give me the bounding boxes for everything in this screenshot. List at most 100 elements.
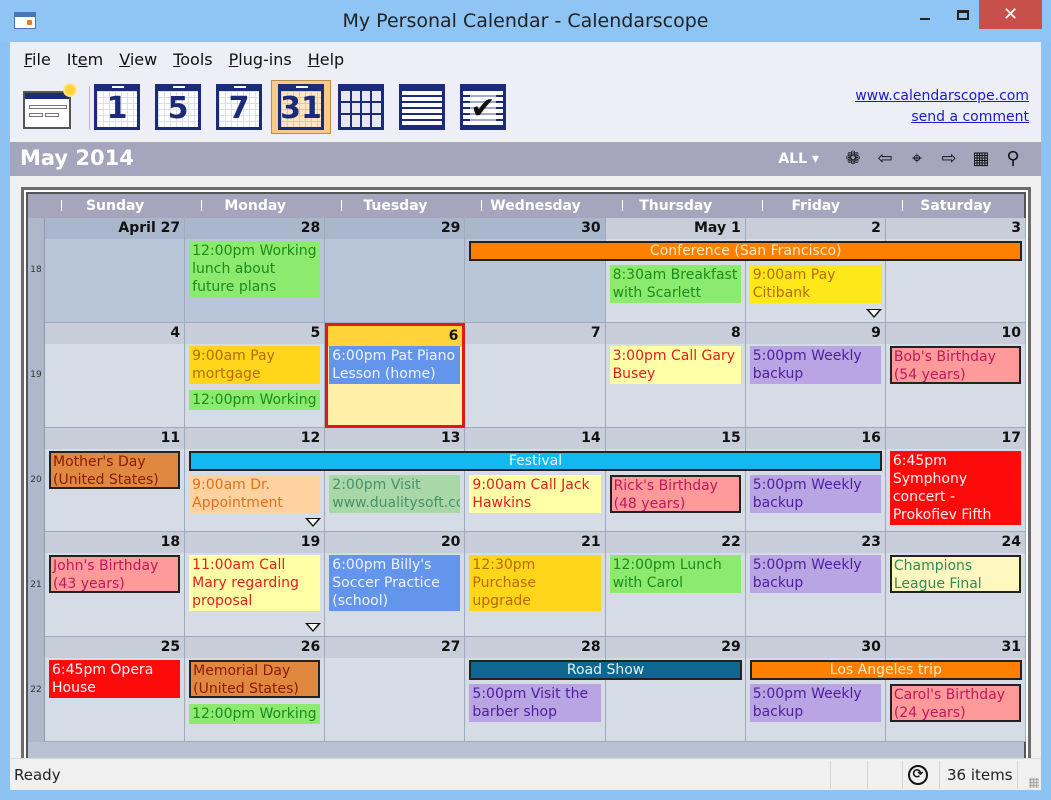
day-number[interactable]: 23 xyxy=(745,532,885,554)
more-items-icon[interactable] xyxy=(305,623,322,633)
event-item[interactable]: Rick's Birthday (48 years) xyxy=(609,474,741,513)
week-number[interactable]: 19 xyxy=(28,322,45,428)
year-view-button[interactable] xyxy=(336,82,386,132)
day-number[interactable]: 26 xyxy=(185,637,325,659)
day-cell[interactable]: 27 xyxy=(325,637,466,742)
day-number[interactable]: 20 xyxy=(325,532,465,554)
resize-grip[interactable] xyxy=(1029,778,1039,788)
week-number[interactable]: 22 xyxy=(28,637,45,742)
day-number[interactable]: April 27 xyxy=(45,218,185,239)
day-number[interactable]: 30 xyxy=(465,218,605,239)
day-number[interactable]: 9 xyxy=(745,322,885,344)
tasks-view-button[interactable]: ✔ xyxy=(458,82,508,132)
multi-day-event[interactable]: Festival xyxy=(189,450,882,471)
event-item[interactable]: 12:00pm Working lunch about future plans xyxy=(189,241,321,297)
day-number[interactable]: 17 xyxy=(885,427,1025,449)
day-number[interactable]: May 1 xyxy=(605,218,745,239)
day-number[interactable]: 28 xyxy=(465,637,605,659)
event-item[interactable]: Mother's Day (United States) xyxy=(49,450,181,489)
multi-day-event[interactable]: Road Show xyxy=(469,660,742,681)
event-item[interactable]: 12:00pm Lunch with Carol xyxy=(609,555,741,594)
next-arrow-icon[interactable]: ⇨ xyxy=(933,148,965,170)
menu-view[interactable]: View xyxy=(119,50,157,69)
event-item[interactable]: 11:00am Call Mary regarding proposal xyxy=(189,555,321,612)
event-item[interactable]: Memorial Day (United States) xyxy=(189,660,321,699)
day-number[interactable]: 4 xyxy=(45,322,185,344)
day-view-button[interactable]: 1 xyxy=(92,82,142,132)
day-number[interactable]: 6 xyxy=(328,325,463,347)
day-cell[interactable]: April 27 xyxy=(45,218,186,323)
new-item-button[interactable] xyxy=(22,82,75,132)
menu-plugins[interactable]: Plug-ins xyxy=(229,50,292,69)
day-number[interactable]: 5 xyxy=(185,322,325,344)
event-item[interactable]: 6:45pm Symphony concert - Prokofiev Fift… xyxy=(889,450,1021,525)
day-number[interactable]: 21 xyxy=(465,532,605,554)
more-items-icon[interactable] xyxy=(865,308,882,318)
day-cell[interactable]: 29 xyxy=(605,637,746,742)
day-cell[interactable]: 29 xyxy=(325,218,466,323)
day-cell[interactable]: 3 xyxy=(885,218,1026,323)
sync-icon[interactable]: ⟳ xyxy=(908,765,928,785)
event-item[interactable]: 12:00pm Working xyxy=(189,704,321,725)
event-item[interactable]: 6:45pm Opera House xyxy=(49,660,181,699)
day-number[interactable]: 25 xyxy=(45,637,185,659)
menu-help[interactable]: Help xyxy=(308,50,344,69)
multi-day-event[interactable]: Los Angeles trip xyxy=(749,660,1022,681)
list-view-button[interactable] xyxy=(397,82,447,132)
day-number[interactable]: 19 xyxy=(185,532,325,554)
settings-icon[interactable]: ❁ xyxy=(837,148,869,170)
today-icon[interactable]: ⌖ xyxy=(901,148,933,170)
day-number[interactable]: 29 xyxy=(325,218,465,239)
event-item[interactable]: 5:00pm Visit the barber shop xyxy=(469,684,601,723)
close-button[interactable]: ✕ xyxy=(979,0,1042,29)
day-number[interactable]: 14 xyxy=(465,427,605,449)
menu-file[interactable]: File xyxy=(24,50,51,69)
maximize-button[interactable] xyxy=(945,0,981,30)
day-number[interactable]: 8 xyxy=(605,322,745,344)
event-item[interactable]: 6:00pm Pat Piano Lesson (home) xyxy=(329,345,461,384)
day-number[interactable]: 10 xyxy=(885,322,1025,344)
week-number[interactable]: 18 xyxy=(28,218,45,323)
event-item[interactable]: 2:00pm Visit www.dualitysoft.com xyxy=(329,474,461,513)
month-view-button[interactable]: 31 xyxy=(271,80,331,134)
week-number[interactable]: 21 xyxy=(28,532,45,638)
event-item[interactable]: Champions League Final xyxy=(889,555,1021,594)
menu-item[interactable]: Item xyxy=(67,50,103,69)
day-number[interactable]: 28 xyxy=(185,218,325,239)
event-item[interactable]: John's Birthday (43 years) xyxy=(49,555,181,594)
day-number[interactable]: 3 xyxy=(885,218,1025,239)
event-item[interactable]: 9:00am Pay Citibank xyxy=(749,265,881,303)
event-item[interactable]: 12:30pm Purchase upgrade xyxy=(469,555,601,612)
prev-arrow-icon[interactable]: ⇦ xyxy=(869,148,901,170)
multi-day-event[interactable]: Conference (San Francisco) xyxy=(469,241,1022,261)
work-week-view-button[interactable]: 5 xyxy=(153,82,203,132)
day-number[interactable]: 15 xyxy=(605,427,745,449)
day-number[interactable]: 29 xyxy=(605,637,745,659)
day-number[interactable]: 18 xyxy=(45,532,185,554)
event-item[interactable]: 9:00am Pay mortgage xyxy=(189,345,321,384)
event-item[interactable]: 12:00pm Working xyxy=(189,389,321,410)
day-number[interactable]: 24 xyxy=(885,532,1025,554)
week-number[interactable]: 20 xyxy=(28,427,45,533)
menu-tools[interactable]: Tools xyxy=(173,50,212,69)
day-number[interactable]: 31 xyxy=(885,637,1025,659)
event-item[interactable]: 3:00pm Call Gary Busey xyxy=(609,345,741,384)
event-item[interactable]: Bob's Birthday (54 years) xyxy=(889,345,1021,384)
day-number[interactable]: 22 xyxy=(605,532,745,554)
day-number[interactable]: 16 xyxy=(745,427,885,449)
calendar-picker-icon[interactable]: ▦ xyxy=(965,148,997,170)
event-item[interactable]: 5:00pm Weekly backup xyxy=(749,684,881,723)
day-number[interactable]: 13 xyxy=(325,427,465,449)
event-item[interactable]: Carol's Birthday (24 years) xyxy=(889,684,1021,723)
week-view-button[interactable]: 7 xyxy=(214,82,264,132)
event-item[interactable]: 9:00am Call Jack Hawkins xyxy=(469,474,601,513)
event-item[interactable]: 5:00pm Weekly backup xyxy=(749,555,881,594)
minimize-button[interactable] xyxy=(905,0,945,30)
day-cell[interactable]: 4 xyxy=(45,322,186,428)
event-item[interactable]: 8:30am Breakfast with Scarlett xyxy=(609,265,741,303)
day-number[interactable]: 2 xyxy=(745,218,885,239)
send-comment-link[interactable]: send a comment xyxy=(855,107,1029,128)
day-number[interactable]: 11 xyxy=(45,427,185,449)
day-number[interactable]: 7 xyxy=(465,322,605,344)
day-number[interactable]: 27 xyxy=(325,637,465,659)
